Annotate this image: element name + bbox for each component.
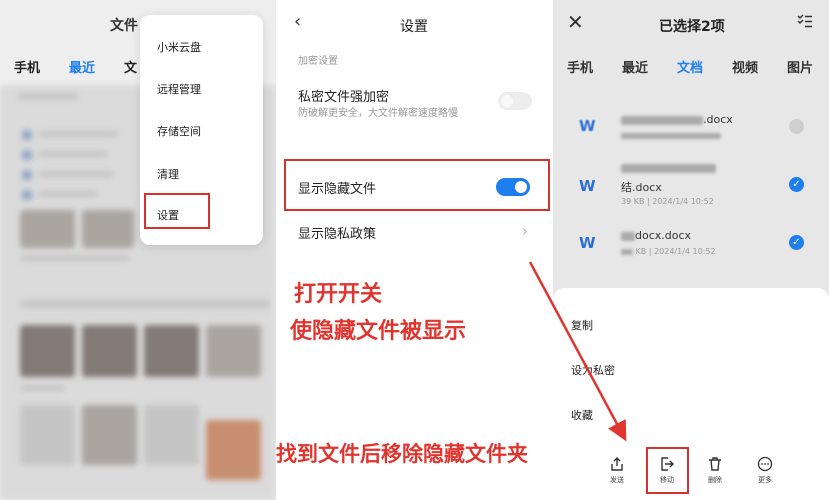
annotation-arrow [528, 261, 627, 442]
annotation-remove-hidden-folder: 找到文件后移除隐藏文件夹 [276, 442, 528, 466]
